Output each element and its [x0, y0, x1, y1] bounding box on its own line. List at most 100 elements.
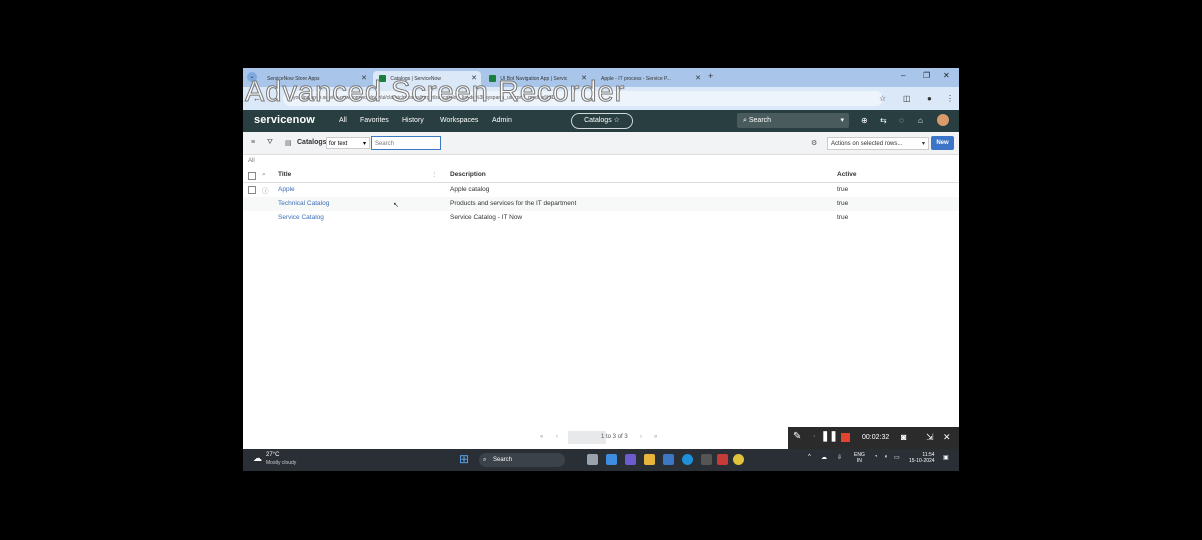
- tray-app-icon[interactable]: ☁: [821, 454, 827, 461]
- new-tab-button[interactable]: +: [708, 71, 713, 81]
- column-description[interactable]: Description: [450, 171, 486, 178]
- windows-taskbar: ☁ 27°C Mostly cloudy ⊞ ⌕ Search ^ ☁ ⇩ EN…: [243, 449, 959, 471]
- star-icon[interactable]: ☆: [879, 94, 886, 103]
- mouse-cursor-icon: ↖: [393, 202, 399, 209]
- globe-icon[interactable]: ⊕: [861, 116, 868, 125]
- clock-date: 15-10-2024: [909, 458, 935, 464]
- chrome-icon[interactable]: [733, 454, 744, 465]
- camera-icon[interactable]: ◙: [901, 432, 906, 442]
- clock[interactable]: 11:54 15-10-2024: [909, 452, 935, 464]
- weather-icon: ☁: [253, 453, 262, 463]
- weather-desc[interactable]: Mostly cloudy: [266, 460, 296, 466]
- screen-recorder-bar: ✎ · ❚❚ 00:02:32 ◙ ⇲ ✕: [788, 427, 959, 449]
- app-icon[interactable]: [701, 454, 712, 465]
- list-menu-icon[interactable]: ▤: [285, 139, 292, 147]
- minimize-button[interactable]: –: [901, 71, 905, 80]
- pause-button[interactable]: ❚❚: [821, 431, 838, 442]
- volume-icon[interactable]: ◖: [884, 454, 888, 460]
- dot-icon: ·: [813, 433, 816, 440]
- language-bottom: IN: [856, 458, 862, 464]
- close-window-button[interactable]: ✕: [943, 71, 950, 80]
- nav-workspaces[interactable]: Workspaces: [440, 117, 478, 124]
- profile-icon[interactable]: ●: [927, 94, 932, 103]
- context-pill[interactable]: Catalogs ☆: [571, 113, 633, 129]
- search-field-select[interactable]: for text ▾: [326, 137, 370, 149]
- tray-usb-icon[interactable]: ⇩: [837, 454, 842, 461]
- breadcrumb[interactable]: All: [248, 158, 255, 164]
- expand-icon[interactable]: ⇲: [926, 432, 934, 443]
- filter-icon[interactable]: ⛛: [267, 139, 273, 147]
- nav-favorites[interactable]: Favorites: [360, 117, 389, 124]
- close-icon[interactable]: ✕: [695, 71, 701, 87]
- copilot-icon[interactable]: [606, 454, 617, 465]
- nav-admin[interactable]: Admin: [492, 117, 512, 124]
- avatar[interactable]: [937, 114, 949, 126]
- list-title: Catalogs: [297, 139, 327, 146]
- teams-icon[interactable]: [625, 454, 636, 465]
- row-title-link[interactable]: Service Catalog: [278, 214, 324, 221]
- network-icon[interactable]: ◔: [874, 454, 878, 460]
- row-description: Service Catalog - IT Now: [450, 214, 523, 221]
- row-active: true: [837, 186, 849, 193]
- edge-icon[interactable]: [682, 454, 693, 465]
- next-page-button[interactable]: ›: [640, 434, 642, 440]
- battery-icon[interactable]: ▭: [894, 454, 900, 461]
- chevron-down-icon: ▾: [921, 141, 925, 147]
- close-icon[interactable]: ✕: [943, 432, 951, 443]
- menu-icon[interactable]: ⋮: [946, 94, 954, 103]
- row-checkbox[interactable]: [248, 186, 256, 194]
- settings-icon[interactable]: ⚙: [811, 139, 817, 147]
- file-explorer-icon[interactable]: [644, 454, 655, 465]
- taskbar-search-label: Search: [493, 457, 513, 463]
- row-title-link[interactable]: Technical Catalog: [278, 200, 329, 207]
- table-row: Service Catalog Service Catalog - IT Now…: [243, 211, 959, 225]
- taskbar-search[interactable]: ⌕ Search: [479, 453, 565, 467]
- column-active[interactable]: Active: [837, 171, 857, 178]
- actions-select[interactable]: Actions on selected rows... ▾: [827, 137, 929, 150]
- row-description: Apple catalog: [450, 186, 490, 193]
- nav-all[interactable]: All: [339, 117, 347, 124]
- restore-button[interactable]: ❐: [923, 71, 930, 80]
- first-page-button[interactable]: «: [540, 434, 543, 440]
- recorder-watermark: Advanced Screen Recorder: [244, 76, 626, 109]
- column-search-icon[interactable]: ⌕: [262, 171, 266, 179]
- actions-label: Actions on selected rows...: [831, 141, 903, 147]
- nav-history[interactable]: History: [402, 117, 424, 124]
- row-info-icon[interactable]: ⓘ: [262, 185, 269, 195]
- help-icon[interactable]: ◌: [899, 116, 904, 125]
- pagination-summary: 1 to 3 of 3: [601, 434, 628, 440]
- tray-chevron-up-icon[interactable]: ^: [808, 454, 811, 460]
- weather-temp[interactable]: 27°C: [266, 452, 279, 458]
- list-toolbar: ≡ ⛛ ▤ Catalogs for text ▾ Search ⚙ Actio…: [243, 132, 959, 155]
- column-title[interactable]: Title: [278, 171, 291, 178]
- row-description: Products and services for the IT departm…: [450, 200, 577, 207]
- task-view-icon[interactable]: [587, 454, 598, 465]
- table-row: Technical Catalog Products and services …: [243, 197, 959, 211]
- recorder-app-icon[interactable]: [717, 454, 728, 465]
- row-title-link[interactable]: Apple: [278, 186, 295, 193]
- select-all-checkbox[interactable]: [248, 172, 256, 180]
- table-header: ⌕ Title ⋮ Description Active: [243, 168, 959, 183]
- store-icon[interactable]: [663, 454, 674, 465]
- servicenow-header: servicenow All Favorites History Workspa…: [243, 110, 959, 132]
- notification-icon[interactable]: ⌂: [918, 116, 923, 125]
- prev-page-button[interactable]: ‹: [556, 434, 558, 440]
- filter-field-value: for text: [329, 141, 348, 147]
- stop-button[interactable]: [841, 433, 850, 442]
- global-search[interactable]: ⌕ Search ▾: [737, 113, 849, 128]
- chat-icon[interactable]: ⇆: [880, 116, 887, 125]
- new-button[interactable]: New: [931, 136, 954, 150]
- windows-start-icon[interactable]: ⊞: [459, 452, 469, 466]
- extensions-icon[interactable]: ◫: [903, 94, 911, 103]
- notification-icon[interactable]: ▣: [943, 454, 949, 461]
- row-active: true: [837, 214, 849, 221]
- servicenow-logo[interactable]: servicenow: [254, 114, 315, 126]
- row-active: true: [837, 200, 849, 207]
- last-page-button[interactable]: »: [654, 434, 657, 440]
- column-menu-icon[interactable]: ⋮: [431, 170, 438, 178]
- language-indicator[interactable]: ENG IN: [854, 452, 865, 464]
- pen-icon[interactable]: ✎: [793, 431, 801, 442]
- list-search-input[interactable]: Search: [371, 136, 441, 150]
- recording-timer: 00:02:32: [862, 434, 890, 441]
- hamburger-icon[interactable]: ≡: [251, 139, 255, 146]
